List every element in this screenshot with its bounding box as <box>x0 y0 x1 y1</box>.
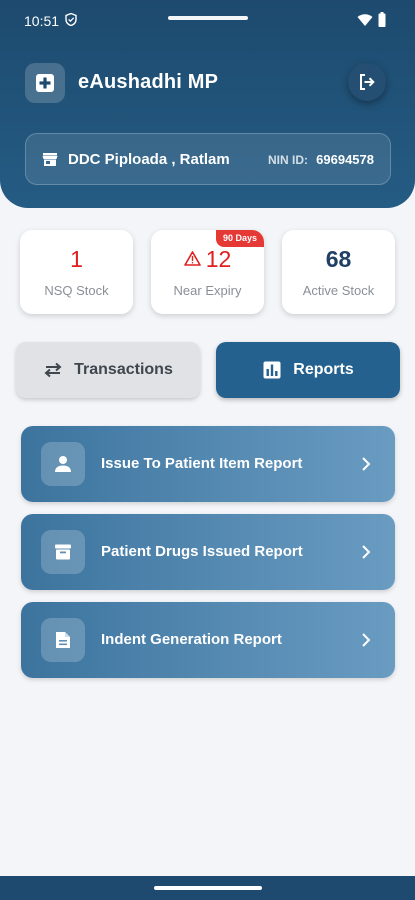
tab-transactions[interactable]: Transactions <box>16 342 200 398</box>
status-camera-pill <box>168 16 248 20</box>
chevron-right-icon <box>362 633 371 647</box>
tab-reports[interactable]: Reports <box>216 342 400 398</box>
nin-value: 69694578 <box>316 152 374 167</box>
system-nav-bar <box>0 876 415 900</box>
nin-label: NIN ID: <box>268 153 308 167</box>
report-icon-box <box>41 618 85 662</box>
tab-transactions-label: Transactions <box>74 361 173 378</box>
logout-icon <box>360 74 375 90</box>
stat-card-nsq-stock[interactable]: 1 NSQ Stock <box>20 230 133 314</box>
warning-icon <box>183 251 201 266</box>
stat-card-active-stock[interactable]: 68 Active Stock <box>282 230 395 314</box>
near-expiry-label: Near Expiry <box>173 283 242 298</box>
location-name: DDC Piploada , Ratlam <box>68 151 230 168</box>
report-item-patient-drugs-issued[interactable]: Patient Drugs Issued Report <box>21 514 395 590</box>
logout-button[interactable] <box>348 63 386 101</box>
app-title: eAushadhi MP <box>78 71 219 93</box>
vpn-shield-icon <box>65 13 77 26</box>
expiry-days-badge: 90 Days <box>215 230 264 247</box>
chevron-right-icon <box>362 545 371 559</box>
active-stock-label: Active Stock <box>302 283 375 298</box>
report-icon-box <box>41 442 85 486</box>
medical-plus-icon <box>36 74 54 92</box>
status-bar: 10:51 <box>0 0 415 40</box>
report-label: Issue To Patient Item Report <box>101 455 303 472</box>
app-header: 10:51 eAushadhi MP DDC Piploada , Ratlam… <box>0 0 415 208</box>
report-icon-box <box>41 530 85 574</box>
store-icon <box>42 153 58 166</box>
chevron-right-icon <box>362 457 371 471</box>
stat-card-near-expiry[interactable]: 90 Days 12 Near Expiry <box>151 230 264 314</box>
app-logo <box>25 63 65 103</box>
active-stock-value: 68 <box>325 246 352 272</box>
report-item-indent-generation[interactable]: Indent Generation Report <box>21 602 395 678</box>
location-card: DDC Piploada , Ratlam NIN ID: 69694578 <box>25 133 391 185</box>
nsq-stock-label: NSQ Stock <box>44 283 109 298</box>
nsq-stock-value: 1 <box>70 246 83 272</box>
near-expiry-value: 12 <box>205 246 232 272</box>
status-time: 10:51 <box>24 13 60 29</box>
report-item-issue-to-patient[interactable]: Issue To Patient Item Report <box>21 426 395 502</box>
document-icon <box>56 632 70 648</box>
home-gesture-handle[interactable] <box>154 886 262 890</box>
archive-box-icon <box>55 544 71 560</box>
swap-arrows-icon <box>44 362 62 378</box>
person-icon <box>55 456 71 472</box>
tab-reports-label: Reports <box>293 361 354 378</box>
wifi-icon <box>357 14 373 26</box>
report-label: Indent Generation Report <box>101 631 282 648</box>
report-label: Patient Drugs Issued Report <box>101 543 303 560</box>
battery-icon <box>378 12 386 27</box>
bar-chart-icon <box>263 361 281 379</box>
near-expiry-value-row: 12 <box>151 246 264 273</box>
